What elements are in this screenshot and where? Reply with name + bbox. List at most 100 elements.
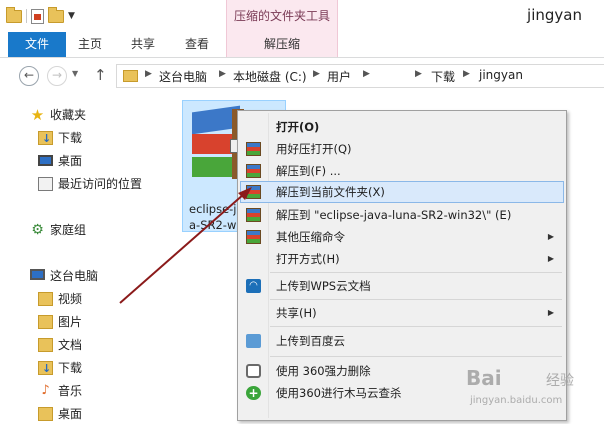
back-button[interactable]: ← xyxy=(19,66,39,86)
breadcrumb-this-pc[interactable]: 这台电脑 xyxy=(159,68,207,85)
tab-file[interactable]: 文件 xyxy=(8,32,66,57)
tab-home[interactable]: 主页 xyxy=(66,32,114,57)
recent-locations-chevron-icon[interactable]: ▼ xyxy=(72,69,78,78)
archive-icon xyxy=(246,142,261,156)
contextual-tab-group-title: 压缩的文件夹工具 xyxy=(226,0,338,32)
desktop-icon xyxy=(38,155,53,166)
ribbon-tabs: 文件 主页 共享 查看 解压缩 xyxy=(0,32,604,58)
nav-label: 视频 xyxy=(58,292,83,306)
shredder-icon xyxy=(246,364,261,378)
watermark-brand-suffix: 经验 xyxy=(546,373,574,389)
properties-icon[interactable] xyxy=(31,8,44,24)
pictures-folder-icon xyxy=(38,315,53,329)
tab-share[interactable]: 共享 xyxy=(114,32,172,57)
menu-item-label: 其他压缩命令 xyxy=(276,230,345,244)
archive-icon xyxy=(246,185,261,199)
menu-item-upload-baidu[interactable]: 上传到百度云 xyxy=(240,330,564,352)
breadcrumb-users[interactable]: 用户 xyxy=(327,68,351,85)
nav-label: 下载 xyxy=(58,361,83,375)
navigation-bar: ← → ▼ ↑ ▶ 这台电脑 ▶ 本地磁盘 (C:) ▶ 用户 ▶ ▶ 下载 ▶… xyxy=(0,58,604,92)
menu-item-label: 共享(H) xyxy=(276,306,317,320)
menu-item-open-with[interactable]: 打开方式(H) ▶ xyxy=(240,248,564,270)
watermark-url: jingyan.baidu.com xyxy=(470,395,563,406)
menu-separator xyxy=(270,356,562,357)
window-title: jingyan xyxy=(527,6,582,24)
breadcrumb-jingyan[interactable]: jingyan xyxy=(479,68,523,82)
baidu-jingyan-watermark: Bai 经验 jingyan.baidu.com xyxy=(466,366,594,414)
breadcrumb-chevron-icon[interactable]: ▶ xyxy=(219,69,226,79)
breadcrumb-chevron-icon[interactable]: ▶ xyxy=(313,69,320,79)
breadcrumb-chevron-icon[interactable]: ▶ xyxy=(463,69,470,79)
submenu-arrow-icon: ▶ xyxy=(547,308,554,317)
menu-item-other-compress[interactable]: 其他压缩命令 ▶ xyxy=(240,226,564,248)
menu-separator xyxy=(270,326,562,327)
menu-item-label: 使用360进行木马云查杀 xyxy=(276,386,402,400)
nav-label: 下载 xyxy=(58,131,83,145)
nav-label: 音乐 xyxy=(58,384,83,398)
menu-item-label: 解压到 "eclipse-java-luna-SR2-win32\" (E) xyxy=(276,208,512,222)
breadcrumb-chevron-icon[interactable]: ▶ xyxy=(145,69,152,79)
archive-icon xyxy=(246,208,261,222)
music-icon: ♪ xyxy=(41,383,50,398)
toolbar-divider xyxy=(26,9,27,23)
nav-label: 收藏夹 xyxy=(50,108,87,122)
menu-item-open[interactable]: 打开(O) xyxy=(240,116,564,138)
submenu-arrow-icon: ▶ xyxy=(547,232,554,241)
navigation-pane: ★ 收藏夹 下载 桌面 最近访问的位置 ⚙ 家庭组 这台电脑 视频 图片 文档 … xyxy=(0,94,170,421)
archive-icon xyxy=(246,164,261,178)
wps-cloud-icon: ◠ xyxy=(246,279,261,293)
archive-icon xyxy=(246,230,261,244)
nav-label: 这台电脑 xyxy=(50,269,99,283)
folder-icon xyxy=(123,70,138,82)
computer-icon xyxy=(30,269,45,280)
up-button[interactable]: ↑ xyxy=(94,66,107,84)
nav-label: 最近访问的位置 xyxy=(58,177,143,191)
menu-item-label: 解压到当前文件夹(X) xyxy=(276,185,385,199)
file-name-line-1: eclipse-j xyxy=(189,202,237,216)
menu-item-label: 使用 360强力删除 xyxy=(276,364,371,378)
baidu-cloud-icon xyxy=(246,334,261,348)
360-security-icon: + xyxy=(246,386,261,400)
nav-label: 文档 xyxy=(58,338,83,352)
address-bar[interactable]: ▶ 这台电脑 ▶ 本地磁盘 (C:) ▶ 用户 ▶ ▶ 下载 ▶ jingyan xyxy=(116,64,604,88)
tab-view[interactable]: 查看 xyxy=(172,32,222,57)
breadcrumb-downloads[interactable]: 下载 xyxy=(431,68,455,85)
breadcrumb-chevron-icon[interactable]: ▶ xyxy=(415,69,422,79)
customize-toolbar-chevron-icon[interactable]: ▼ xyxy=(68,11,75,21)
downloads-folder-icon xyxy=(38,359,53,379)
nav-label: 桌面 xyxy=(58,407,83,421)
menu-separator xyxy=(270,272,562,273)
watermark-brand: Bai xyxy=(466,366,502,390)
menu-item-extract-to[interactable]: 解压到(F) ... xyxy=(240,160,564,182)
breadcrumb-local-disk[interactable]: 本地磁盘 (C:) xyxy=(233,68,307,85)
nav-label: 图片 xyxy=(58,315,83,329)
star-icon: ★ xyxy=(30,106,45,124)
videos-folder-icon xyxy=(38,292,53,306)
downloads-folder-icon xyxy=(38,129,53,149)
menu-item-label: 打开方式(H) xyxy=(276,252,340,266)
forward-button[interactable]: → xyxy=(47,66,67,86)
menu-item-extract-here[interactable]: 解压到当前文件夹(X) xyxy=(240,181,564,203)
menu-item-extract-to-folder[interactable]: 解压到 "eclipse-java-luna-SR2-win32\" (E) xyxy=(240,204,564,226)
menu-item-label: 用好压打开(Q) xyxy=(276,142,352,156)
documents-folder-icon xyxy=(38,338,53,352)
breadcrumb-chevron-icon[interactable]: ▶ xyxy=(363,69,370,79)
menu-item-open-with-haozip[interactable]: 用好压打开(Q) xyxy=(240,138,564,160)
menu-item-label: 上传到百度云 xyxy=(276,334,345,348)
menu-item-label: 解压到(F) ... xyxy=(276,164,341,178)
nav-label: 家庭组 xyxy=(50,223,87,237)
new-folder-icon[interactable] xyxy=(48,6,64,23)
file-name-line-2: a-SR2-wi xyxy=(189,218,240,232)
folder-icon[interactable] xyxy=(6,6,22,23)
menu-item-upload-wps[interactable]: ◠ 上传到WPS云文档 xyxy=(240,275,564,297)
quick-access-toolbar: ▼ xyxy=(6,6,75,26)
nav-label: 桌面 xyxy=(58,154,83,168)
menu-separator xyxy=(270,299,562,300)
submenu-arrow-icon: ▶ xyxy=(547,254,554,263)
tab-extract[interactable]: 解压缩 xyxy=(226,32,338,57)
recent-places-icon xyxy=(38,177,53,191)
menu-item-share[interactable]: 共享(H) ▶ xyxy=(240,302,564,324)
desktop-folder-icon xyxy=(38,407,53,421)
title-bar: ▼ 压缩的文件夹工具 jingyan xyxy=(0,0,604,32)
menu-item-label: 上传到WPS云文档 xyxy=(276,279,371,293)
